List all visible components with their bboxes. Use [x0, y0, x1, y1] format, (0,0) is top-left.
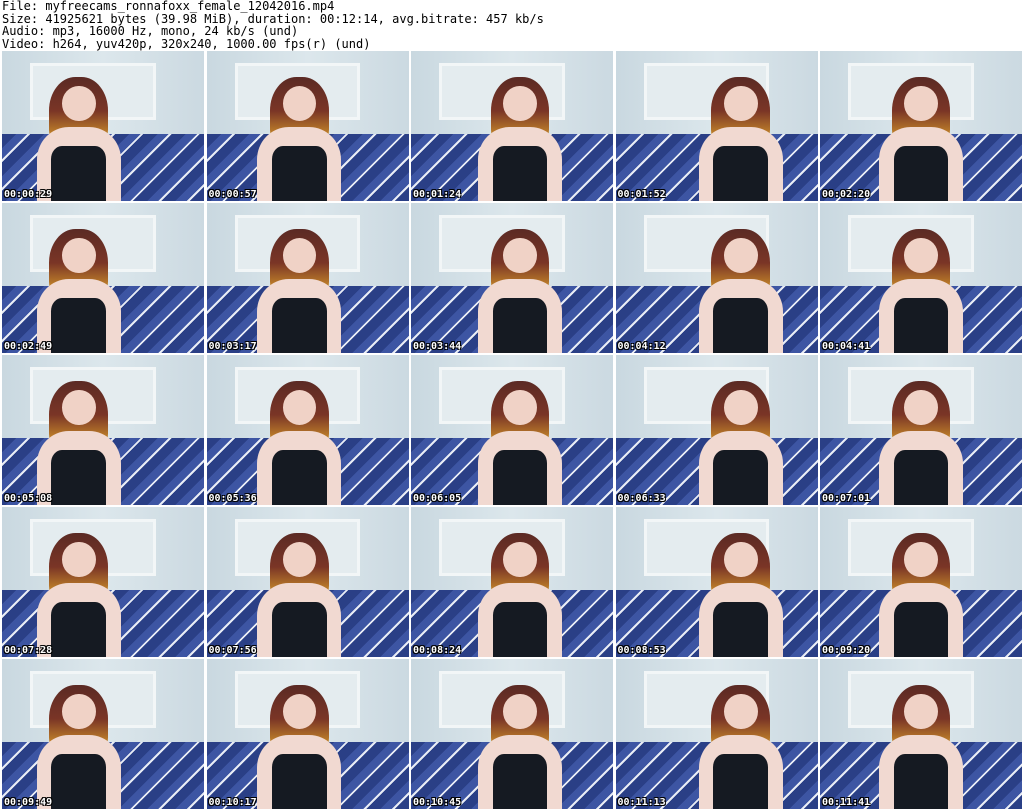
frame-timestamp: 00:00:57: [208, 189, 257, 200]
video-frame-thumbnail: 00:06:33: [615, 355, 818, 505]
frame-timestamp: 00:11:41: [822, 797, 871, 808]
media-info-header: File: myfreecams_ronnafoxx_female_120420…: [2, 0, 1022, 50]
video-frame-thumbnail: 00:06:05: [411, 355, 613, 505]
frame-timestamp: 00:04:41: [822, 341, 871, 352]
frame-timestamp: 00:10:45: [413, 797, 462, 808]
file-name-line: File: myfreecams_ronnafoxx_female_120420…: [2, 0, 335, 13]
frame-timestamp: 00:09:20: [822, 645, 871, 656]
frame-timestamp: 00:06:05: [413, 493, 462, 504]
frame-timestamp: 00:01:52: [617, 189, 666, 200]
video-frame-thumbnail: 00:05:08: [2, 355, 204, 505]
frame-image: [615, 507, 818, 657]
frame-timestamp: 00:03:44: [413, 341, 462, 352]
video-frame-thumbnail: 00:05:36: [206, 355, 409, 505]
video-frame-thumbnail: 00:10:45: [411, 659, 613, 809]
frame-image: [2, 203, 204, 353]
frame-image: [206, 507, 409, 657]
frame-image: [206, 355, 409, 505]
thumbnail-grid: 00:00:29 00:00:57 00:01:24 00:01:52 00:02:20…: [2, 51, 1022, 810]
frame-image: [820, 355, 1022, 505]
frame-timestamp: 00:07:28: [4, 645, 53, 656]
video-frame-thumbnail: 00:00:57: [206, 51, 409, 201]
video-frame-thumbnail: 00:01:52: [615, 51, 818, 201]
video-frame-thumbnail: 00:08:53: [615, 507, 818, 657]
video-frame-thumbnail: 00:07:01: [820, 355, 1022, 505]
video-frame-thumbnail: 00:03:17: [206, 203, 409, 353]
video-frame-thumbnail: 00:04:12: [615, 203, 818, 353]
frame-image: [615, 51, 818, 201]
video-frame-thumbnail: 00:02:20: [820, 51, 1022, 201]
video-frame-thumbnail: 00:11:41: [820, 659, 1022, 809]
frame-timestamp: 00:02:49: [4, 341, 53, 352]
frame-timestamp: 00:04:12: [617, 341, 666, 352]
video-frame-thumbnail: 00:01:24: [411, 51, 613, 201]
frame-image: [820, 659, 1022, 809]
frame-image: [411, 507, 613, 657]
frame-timestamp: 00:01:24: [413, 189, 462, 200]
frame-image: [411, 203, 613, 353]
frame-timestamp: 00:02:20: [822, 189, 871, 200]
video-frame-thumbnail: 00:03:44: [411, 203, 613, 353]
frame-image: [820, 507, 1022, 657]
frame-timestamp: 00:05:08: [4, 493, 53, 504]
frame-image: [615, 203, 818, 353]
frame-image: [2, 507, 204, 657]
video-frame-thumbnail: 00:00:29: [2, 51, 204, 201]
video-frame-thumbnail: 00:08:24: [411, 507, 613, 657]
frame-timestamp: 00:10:17: [208, 797, 257, 808]
frame-image: [411, 659, 613, 809]
frame-timestamp: 00:08:24: [413, 645, 462, 656]
frame-timestamp: 00:07:56: [208, 645, 257, 656]
video-frame-thumbnail: 00:04:41: [820, 203, 1022, 353]
frame-timestamp: 00:11:13: [617, 797, 666, 808]
frame-timestamp: 00:06:33: [617, 493, 666, 504]
video-frame-thumbnail: 00:09:49: [2, 659, 204, 809]
frame-timestamp: 00:08:53: [617, 645, 666, 656]
video-frame-thumbnail: 00:09:20: [820, 507, 1022, 657]
frame-timestamp: 00:09:49: [4, 797, 53, 808]
video-frame-thumbnail: 00:10:17: [206, 659, 409, 809]
frame-image: [820, 51, 1022, 201]
video-frame-thumbnail: 00:07:56: [206, 507, 409, 657]
frame-image: [820, 203, 1022, 353]
frame-image: [206, 203, 409, 353]
frame-image: [206, 659, 409, 809]
frame-image: [2, 355, 204, 505]
frame-image: [2, 659, 204, 809]
audio-info-line: Audio: mp3, 16000 Hz, mono, 24 kb/s (und…: [2, 24, 299, 38]
video-frame-thumbnail: 00:07:28: [2, 507, 204, 657]
frame-image: [615, 355, 818, 505]
frame-timestamp: 00:07:01: [822, 493, 871, 504]
video-frame-thumbnail: 00:11:13: [615, 659, 818, 809]
frame-image: [615, 659, 818, 809]
frame-image: [411, 51, 613, 201]
frame-timestamp: 00:05:36: [208, 493, 257, 504]
frame-timestamp: 00:00:29: [4, 189, 53, 200]
video-info-line: Video: h264, yuv420p, 320x240, 1000.00 f…: [2, 36, 371, 51]
frame-image: [2, 51, 204, 201]
video-frame-thumbnail: 00:02:49: [2, 203, 204, 353]
frame-image: [411, 355, 613, 505]
frame-image: [206, 51, 409, 201]
frame-timestamp: 00:03:17: [208, 341, 257, 352]
